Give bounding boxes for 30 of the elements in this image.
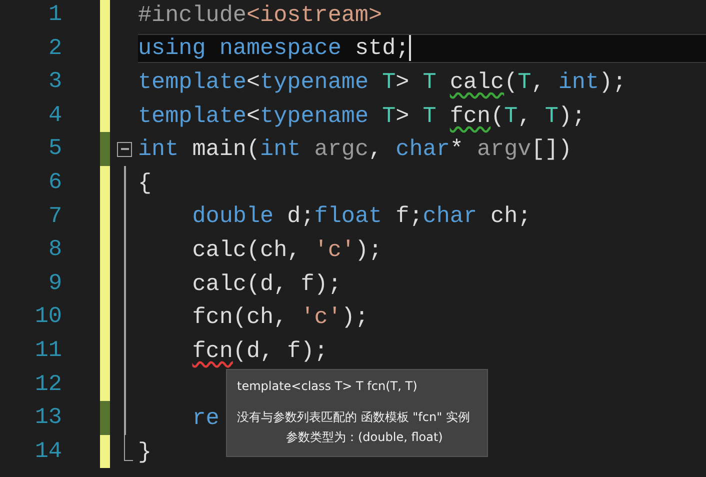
code-line: template<typename T> T fcn(T, T);	[138, 102, 586, 131]
line-number: 2	[47, 34, 62, 63]
error-message: 没有与参数列表匹配的 函数模板 "fcn" 实例	[237, 409, 471, 426]
code-line: }	[138, 438, 152, 467]
code-line: fcn(d, f);	[191, 336, 328, 366]
line-number: 7	[47, 202, 62, 231]
line-number: 12	[34, 370, 62, 399]
line-number: 1	[47, 0, 62, 29]
line-number: 11	[34, 336, 62, 365]
line-number: 13	[34, 403, 62, 432]
line-number: 9	[47, 268, 62, 298]
function-signature: template<class T> T fcn(T, T)	[237, 379, 418, 393]
line-number: 4	[47, 100, 62, 130]
line-number: 14	[34, 436, 62, 466]
line-number: 8	[47, 235, 62, 264]
code-line: double d;float f;char ch;	[191, 202, 532, 232]
argument-types: 参数类型为：(double, float)	[285, 429, 444, 446]
line-number: 10	[34, 302, 62, 332]
code-line: re	[191, 404, 220, 433]
code-line: calc(d, f);	[191, 270, 342, 299]
line-number: 6	[47, 168, 62, 197]
code-line: template<typename T> T calc(T, int);	[138, 68, 626, 97]
code-line: using namespace std;	[138, 34, 410, 64]
code-line: fcn(ch, 'c');	[191, 303, 369, 332]
line-number: 5	[47, 134, 62, 164]
code-line: int main(int argc, char* argv[])	[138, 135, 572, 164]
code-line: {	[138, 168, 152, 198]
line-number: 3	[47, 67, 62, 96]
code-line: calc(ch, 'c');	[191, 236, 382, 265]
code-line: #include<iostream>	[138, 0, 382, 30]
